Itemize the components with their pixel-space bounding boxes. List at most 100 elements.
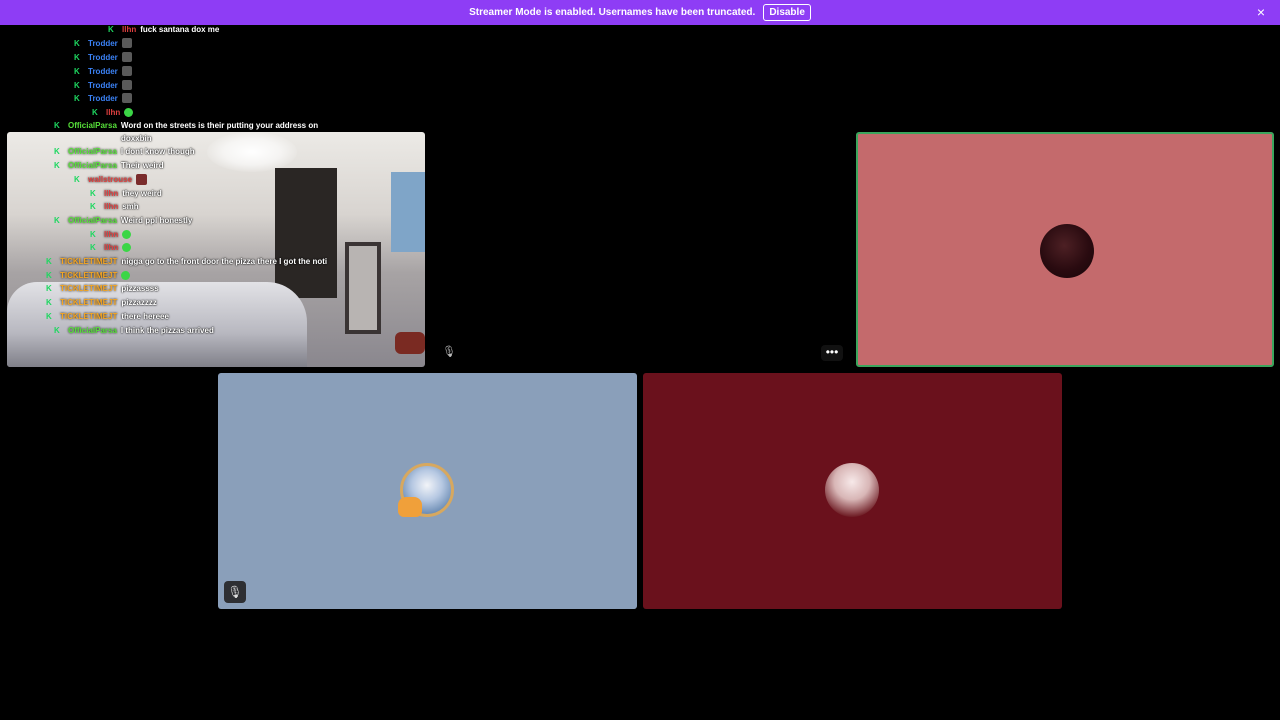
chat-message: K OfficialParsa Their weird	[54, 160, 164, 170]
chat-emote-icon	[121, 270, 131, 280]
chat-message: K Trodder	[74, 93, 132, 103]
kick-badge-icon: K	[46, 270, 52, 280]
chat-username[interactable]: OfficialParsa	[68, 326, 117, 335]
chat-message: K Trodder	[74, 38, 132, 48]
kick-badge-icon: K	[74, 174, 80, 184]
chat-message: K TICKLETIMEJT pizzazzzz	[46, 297, 157, 307]
chat-message: K OfficialParsa Word on the streets is the…	[54, 120, 318, 130]
chat-username[interactable]: llhn	[104, 189, 118, 198]
kick-badge-icon: K	[54, 146, 60, 156]
chat-text: fuck santana dox me	[140, 24, 220, 34]
kick-badge-icon: K	[74, 93, 80, 103]
chat-username[interactable]: llhn	[104, 230, 118, 239]
kick-badge-icon: K	[90, 188, 96, 198]
kick-badge-icon: K	[108, 24, 114, 34]
kick-badge-icon: K	[90, 242, 96, 252]
chat-username[interactable]: OfficialParsa	[68, 216, 117, 225]
kick-badge-icon: K	[46, 283, 52, 293]
kick-badge-icon: K	[90, 201, 96, 211]
chat-text: smh	[122, 201, 139, 211]
chat-username[interactable]: Trodder	[88, 67, 118, 76]
chat-username[interactable]: Trodder	[88, 81, 118, 90]
avatar	[1040, 224, 1094, 278]
chat-text: Their weird	[120, 160, 164, 170]
chat-text: pizzazzzz	[121, 297, 157, 307]
chat-emote-icon	[121, 38, 132, 48]
kick-badge-icon: K	[90, 229, 96, 239]
chat-text: I think the pizzas arrived	[120, 325, 214, 335]
chat-message: Kllhn	[92, 107, 134, 117]
chat-username[interactable]: OfficialParsa	[68, 121, 117, 130]
muted-mic-icon: 🎙	[442, 346, 456, 358]
chat-text: doxxbin	[121, 133, 152, 143]
kick-badge-icon: K	[54, 160, 60, 170]
chat-overlay: Kllhnfuck santanaKllhnKllhnfuck santana …	[0, 0, 440, 340]
chat-message: K OfficialParsa Weird ppl honestly	[54, 215, 192, 225]
chat-message: K OfficialParsa I think the pizzas arrived	[54, 325, 214, 335]
chat-username[interactable]: OfficialParsa	[68, 147, 117, 156]
chat-message: Kllhn they weird	[90, 188, 162, 198]
chat-text: they weird	[122, 188, 162, 198]
chat-emote-icon	[122, 242, 132, 252]
chat-username[interactable]: Trodder	[88, 94, 118, 103]
chat-message: Kllhn	[90, 229, 132, 239]
chat-username[interactable]: Trodder	[88, 53, 118, 62]
kick-badge-icon: K	[46, 256, 52, 266]
chat-text: there hereee	[121, 311, 169, 321]
kick-badge-icon: K	[54, 325, 60, 335]
chat-emote-icon	[121, 93, 132, 103]
chat-username[interactable]: llhn	[104, 243, 118, 252]
chat-emote-icon	[122, 229, 132, 239]
streamer-mode-banner: Streamer Mode is enabled. Usernames have…	[0, 0, 1280, 25]
kick-badge-icon: K	[54, 215, 60, 225]
avatar	[825, 463, 879, 517]
disable-streamer-mode-button[interactable]: Disable	[763, 4, 811, 21]
more-options-button[interactable]: •••	[821, 345, 843, 361]
chat-text: Weird ppl honestly	[120, 215, 193, 225]
participant-tile-blue[interactable]: 🎙	[218, 373, 637, 609]
kick-badge-icon: K	[46, 311, 52, 321]
chat-text: I dont know though	[120, 146, 195, 156]
chat-emote-icon	[121, 80, 132, 90]
chat-username[interactable]: TICKLETIMEJT	[60, 257, 117, 266]
chat-message: Kllhn smh	[90, 201, 139, 211]
kick-badge-icon: K	[74, 38, 80, 48]
chat-emote-icon	[136, 173, 148, 185]
chat-text: Word on the streets is their putting you…	[120, 120, 319, 130]
chat-username[interactable]: llhn	[106, 108, 120, 117]
chat-message: Kllhn	[90, 242, 132, 252]
chat-message: K OfficialParsa I dont know though	[54, 146, 195, 156]
kick-badge-icon: K	[54, 120, 60, 130]
participant-tile-speaking[interactable]	[856, 132, 1274, 367]
chat-emote-icon	[121, 66, 132, 76]
chat-username[interactable]: TICKLETIMEJT	[60, 271, 117, 280]
muted-mic-icon[interactable]: 🎙	[224, 581, 246, 603]
chat-message: K TICKLETIMEJT pizzassss	[46, 283, 159, 293]
avatar-decoration-cat	[398, 497, 422, 517]
chat-message: K TICKLETIMEJT nigga go to the front door …	[46, 256, 327, 266]
participant-tile-red[interactable]	[643, 373, 1062, 609]
chat-username[interactable]: OfficialParsa	[68, 161, 117, 170]
kick-badge-icon: K	[74, 66, 80, 76]
chat-username[interactable]: llhn	[122, 25, 136, 34]
chat-text: nigga go to the front door the pizza the…	[121, 256, 328, 266]
chat-username[interactable]: wallstrouse	[88, 175, 132, 184]
chat-username[interactable]: TICKLETIMEJT	[60, 284, 117, 293]
chat-emote-icon	[121, 52, 132, 62]
chat-message: Kllhn fuck santana dox me	[108, 24, 219, 34]
chat-message: K Trodder	[74, 80, 132, 90]
close-icon[interactable]: ×	[1254, 5, 1268, 19]
kick-badge-icon: K	[46, 297, 52, 307]
kick-badge-icon: K	[92, 107, 98, 117]
chat-username[interactable]: llhn	[104, 202, 118, 211]
chat-emote-icon	[124, 107, 134, 117]
chat-username[interactable]: TICKLETIMEJT	[60, 298, 117, 307]
streamer-mode-text: Streamer Mode is enabled. Usernames have…	[469, 7, 756, 18]
chat-message: K Trodder	[74, 66, 132, 76]
chat-username[interactable]: TICKLETIMEJT	[60, 312, 117, 321]
chat-username[interactable]: Trodder	[88, 39, 118, 48]
chat-message: K TICKLETIMEJT	[46, 270, 131, 280]
chat-text: pizzassss	[121, 283, 159, 293]
stream-tile-dark[interactable]: •••	[431, 132, 849, 367]
chat-message: K TICKLETIMEJT there hereee	[46, 311, 169, 321]
